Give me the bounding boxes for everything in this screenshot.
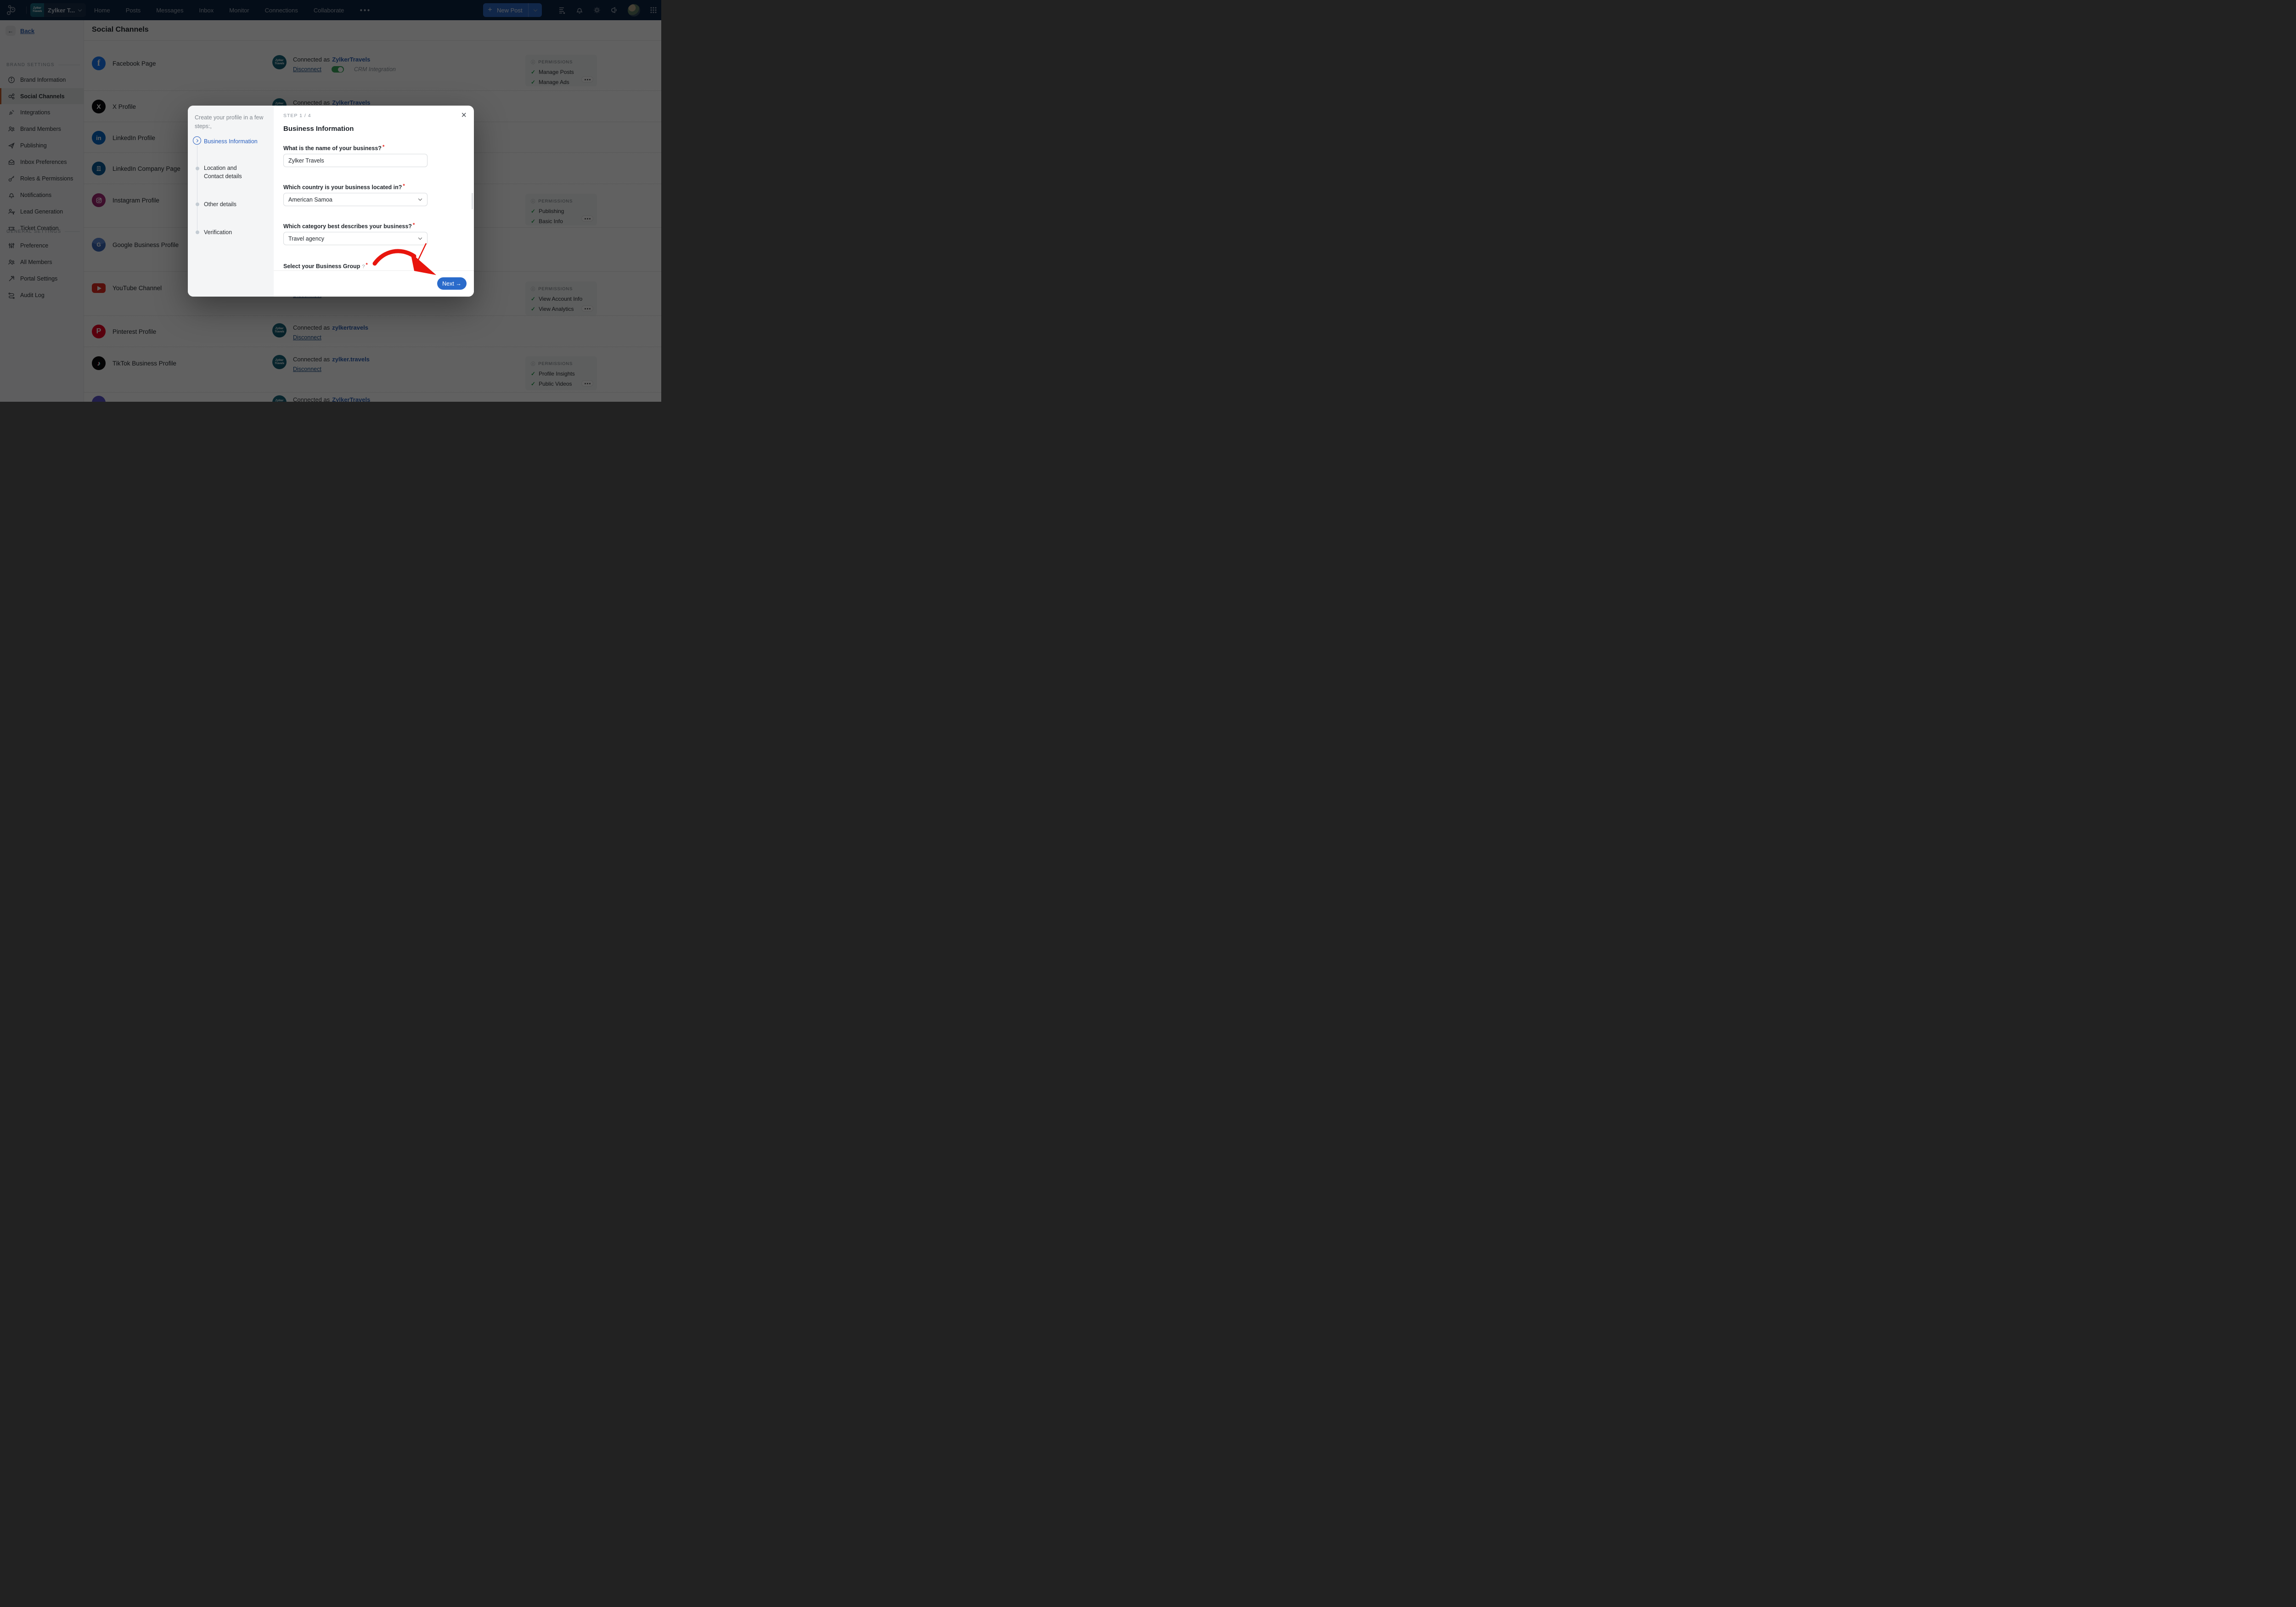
step-verification[interactable]: Verification	[204, 228, 264, 236]
modal-stepper-panel: Create your profile in a few steps:, Bus…	[188, 106, 274, 297]
step-indicator: STEP 1 / 4	[283, 113, 311, 118]
country-select[interactable]: American Samoa	[283, 193, 428, 206]
business-name-label: What is the name of your business?*	[283, 145, 384, 152]
required-asterisk: *	[383, 144, 384, 150]
help-icon[interactable]: ?	[362, 264, 365, 270]
step-dot	[196, 167, 199, 170]
step-dot	[196, 230, 199, 234]
chevron-down-icon	[418, 236, 422, 240]
close-icon[interactable]: ×	[461, 110, 467, 121]
modal-footer: Next →	[274, 270, 474, 297]
country-label: Which country is your business located i…	[283, 184, 405, 191]
required-asterisk: *	[403, 183, 405, 189]
category-select-value: Travel agency	[288, 236, 324, 242]
step-other-details[interactable]: Other details	[204, 200, 264, 208]
chevron-down-icon	[418, 197, 422, 201]
modal-form-panel: × STEP 1 / 4 Business Information What i…	[274, 106, 474, 297]
modal-intro-text: Create your profile in a few steps:,	[195, 113, 264, 131]
zoho-social-app: Zylker Travels Zylker T... Home Posts Me…	[0, 0, 661, 402]
category-select[interactable]: Travel agency	[283, 232, 428, 245]
active-step-icon	[193, 136, 201, 145]
next-button[interactable]: Next →	[437, 277, 467, 290]
required-asterisk: *	[413, 222, 415, 228]
step-location-contact[interactable]: Location and Contact details	[204, 164, 258, 180]
step-business-information[interactable]: Business Information	[204, 137, 264, 146]
create-profile-modal: Create your profile in a few steps:, Bus…	[188, 106, 474, 297]
step-dot	[196, 202, 199, 206]
country-select-value: American Samoa	[288, 197, 332, 203]
modal-title: Business Information	[283, 125, 354, 133]
business-group-label: Select your Business Group?*	[283, 263, 368, 270]
category-label: Which category best describes your busin…	[283, 223, 415, 230]
arrow-right-icon: →	[456, 281, 461, 287]
modal-scrollbar[interactable]	[472, 193, 473, 209]
required-asterisk: *	[366, 262, 368, 268]
business-name-input[interactable]	[283, 154, 428, 167]
